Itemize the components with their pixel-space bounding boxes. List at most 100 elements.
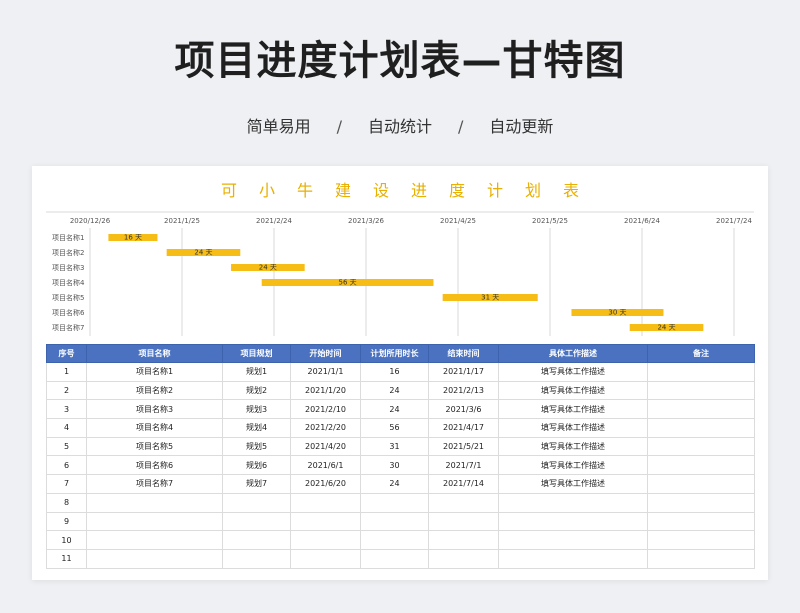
- table-cell[interactable]: [360, 492, 429, 513]
- table-cell[interactable]: [290, 530, 361, 550]
- table-cell[interactable]: 3: [46, 399, 87, 420]
- x-tick-label: 2021/5/25: [532, 217, 568, 225]
- table-cell[interactable]: 项目名称2: [86, 380, 223, 401]
- table-cell[interactable]: [498, 530, 648, 550]
- table-cell[interactable]: 16: [360, 362, 429, 382]
- table-cell[interactable]: 项目名称5: [86, 436, 223, 457]
- table-cell[interactable]: 2021/1/17: [428, 362, 499, 382]
- table-cell[interactable]: [647, 511, 755, 532]
- table-cell[interactable]: 项目名称4: [86, 418, 223, 438]
- table-cell[interactable]: [498, 492, 648, 513]
- table-cell[interactable]: 填写具体工作描述: [498, 455, 648, 476]
- table-cell[interactable]: 6: [46, 455, 87, 476]
- table-cell[interactable]: 10: [46, 530, 87, 550]
- table-row: 7 项目名称7 规划7 2021/6/20 24 2021/7/14 填写具体工作描述: [46, 474, 755, 494]
- x-tick-label: 2021/2/24: [256, 217, 292, 225]
- table-cell[interactable]: [86, 511, 223, 532]
- schedule-table: 序号 项目名称 项目规划 开始时间 计划所用时长 结束时间 具体工作描述 备注 1 项目名称1 规…: [46, 344, 755, 569]
- table-cell[interactable]: 项目名称3: [86, 399, 223, 420]
- table-row: 8: [46, 492, 755, 513]
- table-cell[interactable]: [498, 548, 648, 569]
- feature-tags: 简单易用 / 自动统计 / 自动更新: [0, 113, 800, 137]
- table-cell[interactable]: [428, 530, 499, 550]
- table-cell[interactable]: [290, 511, 361, 532]
- table-cell[interactable]: 规划1: [222, 362, 291, 382]
- table-cell[interactable]: 24: [360, 399, 429, 420]
- table-cell[interactable]: 1: [46, 362, 87, 382]
- table-cell[interactable]: 规划7: [222, 474, 291, 494]
- table-cell[interactable]: 项目名称7: [86, 474, 223, 494]
- table-cell[interactable]: [222, 530, 291, 550]
- table-cell[interactable]: 24: [360, 380, 429, 401]
- table-cell[interactable]: [647, 436, 755, 457]
- table-cell[interactable]: [647, 530, 755, 550]
- table-cell[interactable]: 填写具体工作描述: [498, 436, 648, 457]
- table-cell[interactable]: 2: [46, 380, 87, 401]
- table-cell[interactable]: 2021/7/1: [428, 455, 499, 476]
- table-cell[interactable]: [647, 362, 755, 382]
- table-cell[interactable]: 规划3: [222, 399, 291, 420]
- table-cell[interactable]: [290, 492, 361, 513]
- table-cell[interactable]: 2021/2/13: [428, 380, 499, 401]
- table-cell[interactable]: 4: [46, 418, 87, 438]
- column-header: 备注: [647, 344, 755, 363]
- table-cell[interactable]: [222, 548, 291, 569]
- table-header-row: 序号 项目名称 项目规划 开始时间 计划所用时长 结束时间 具体工作描述 备注: [46, 344, 755, 363]
- table-cell[interactable]: [290, 548, 361, 569]
- table-cell[interactable]: 2021/3/6: [428, 399, 499, 420]
- table-cell[interactable]: 规划6: [222, 455, 291, 476]
- table-cell[interactable]: [86, 492, 223, 513]
- table-cell[interactable]: 规划5: [222, 436, 291, 457]
- table-cell[interactable]: [360, 511, 429, 532]
- table-cell[interactable]: 56: [360, 418, 429, 438]
- table-cell[interactable]: 填写具体工作描述: [498, 474, 648, 494]
- table-cell[interactable]: 8: [46, 492, 87, 513]
- table-cell[interactable]: 9: [46, 511, 87, 532]
- table-cell[interactable]: [647, 455, 755, 476]
- table-cell[interactable]: [647, 380, 755, 401]
- table-cell[interactable]: [222, 511, 291, 532]
- table-cell[interactable]: 填写具体工作描述: [498, 399, 648, 420]
- table-cell[interactable]: [647, 418, 755, 438]
- table-cell[interactable]: 填写具体工作描述: [498, 418, 648, 438]
- table-cell[interactable]: 2021/2/20: [290, 418, 361, 438]
- table-cell[interactable]: 2021/5/21: [428, 436, 499, 457]
- table-cell[interactable]: 填写具体工作描述: [498, 362, 648, 382]
- table-cell[interactable]: 2021/1/20: [290, 380, 361, 401]
- table-cell[interactable]: 项目名称6: [86, 455, 223, 476]
- table-cell[interactable]: [360, 548, 429, 569]
- table-cell[interactable]: [360, 530, 429, 550]
- table-cell[interactable]: 30: [360, 455, 429, 476]
- table-cell[interactable]: 2021/4/20: [290, 436, 361, 457]
- table-cell[interactable]: 项目名称1: [86, 362, 223, 382]
- table-cell[interactable]: 2021/6/20: [290, 474, 361, 494]
- column-header: 序号: [46, 344, 87, 363]
- table-cell[interactable]: 31: [360, 436, 429, 457]
- table-cell[interactable]: 2021/7/14: [428, 474, 499, 494]
- table-cell[interactable]: 11: [46, 548, 87, 569]
- table-cell[interactable]: [647, 492, 755, 513]
- table-cell[interactable]: [647, 399, 755, 420]
- table-cell[interactable]: [428, 548, 499, 569]
- table-cell[interactable]: 24: [360, 474, 429, 494]
- table-cell[interactable]: [647, 548, 755, 569]
- table-cell[interactable]: [647, 474, 755, 494]
- table-row: 5 项目名称5 规划5 2021/4/20 31 2021/5/21 填写具体工作描述: [46, 436, 755, 457]
- table-cell[interactable]: 2021/1/1: [290, 362, 361, 382]
- table-cell[interactable]: 2021/2/10: [290, 399, 361, 420]
- table-cell[interactable]: 2021/4/17: [428, 418, 499, 438]
- table-cell[interactable]: [428, 492, 499, 513]
- table-row: 2 项目名称2 规划2 2021/1/20 24 2021/2/13 填写具体工作描述: [46, 380, 755, 401]
- table-cell[interactable]: 规划4: [222, 418, 291, 438]
- table-cell[interactable]: [498, 511, 648, 532]
- table-cell[interactable]: [86, 530, 223, 550]
- table-cell[interactable]: [222, 492, 291, 513]
- table-cell[interactable]: [428, 511, 499, 532]
- table-cell[interactable]: 5: [46, 436, 87, 457]
- task-label: 项目名称2: [52, 248, 84, 257]
- table-cell[interactable]: 2021/6/1: [290, 455, 361, 476]
- table-cell[interactable]: 7: [46, 474, 87, 494]
- table-cell[interactable]: [86, 548, 223, 569]
- table-cell[interactable]: 规划2: [222, 380, 291, 401]
- table-cell[interactable]: 填写具体工作描述: [498, 380, 648, 401]
